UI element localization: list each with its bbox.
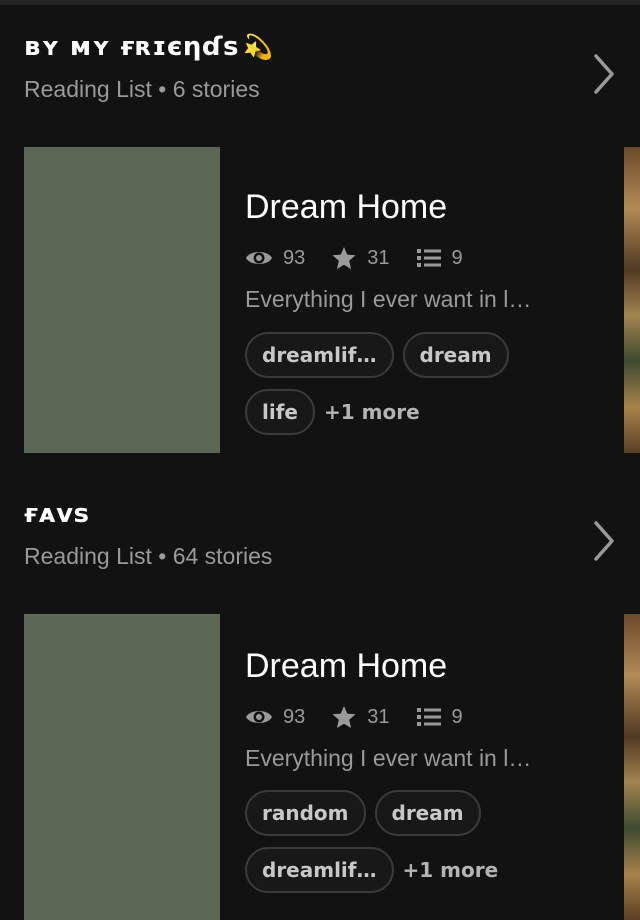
votes-count: 31: [367, 246, 390, 269]
story-description: Everything I ever want in l…: [245, 286, 532, 312]
votes-count: 31: [367, 705, 390, 728]
next-story-cover[interactable]: [624, 614, 640, 920]
story-tags: dreamlif… dream life +1 more: [245, 332, 585, 446]
reads-count: 93: [283, 246, 306, 269]
reads-count: 93: [283, 705, 306, 728]
sparkle-emoji-icon: 💫: [242, 33, 274, 61]
list-icon: [416, 708, 441, 726]
reading-list-title[interactable]: ʙʏ ᴍʏ ғʀɪєηɗѕ 💫: [24, 32, 273, 62]
more-tags-link[interactable]: +1 more: [403, 858, 499, 882]
tag-chip[interactable]: dreamlif…: [245, 332, 394, 378]
star-icon: [332, 706, 356, 728]
reading-list-section: ʙʏ ᴍʏ ғʀɪєηɗѕ 💫 Reading List • 6 stories …: [0, 32, 640, 472]
reads-stat: 93: [245, 706, 305, 729]
story-cover[interactable]: [24, 147, 220, 453]
story-stats: 93 31 9: [245, 245, 489, 271]
story-tags: random dream dreamlif… +1 more: [245, 790, 585, 904]
tag-chip[interactable]: life: [245, 389, 315, 435]
tag-chip[interactable]: random: [245, 790, 366, 836]
reading-list-subtitle: Reading List • 64 stories: [24, 543, 273, 569]
story-title[interactable]: Dream Home: [245, 188, 447, 227]
votes-stat: 31: [331, 705, 390, 729]
tag-chip[interactable]: dreamlif…: [245, 847, 394, 893]
star-icon: [332, 247, 356, 269]
story-description: Everything I ever want in l…: [245, 745, 532, 771]
story-stats: 93 31 9: [245, 704, 489, 730]
more-tags-link[interactable]: +1 more: [324, 400, 524, 424]
parts-stat: 9: [416, 706, 463, 729]
parts-stat: 9: [416, 247, 463, 270]
story-cover[interactable]: [24, 614, 220, 920]
parts-count: 9: [451, 246, 463, 269]
chevron-right-icon[interactable]: [590, 52, 618, 96]
eye-icon: [246, 711, 272, 723]
list-icon: [416, 249, 441, 267]
reading-list-subtitle: Reading List • 6 stories: [24, 76, 260, 102]
chevron-right-icon[interactable]: [590, 519, 618, 563]
story-title[interactable]: Dream Home: [245, 647, 447, 686]
next-story-cover[interactable]: [624, 147, 640, 453]
reads-stat: 93: [245, 247, 305, 270]
tag-chip[interactable]: dream: [374, 790, 481, 836]
top-divider: [0, 0, 640, 5]
parts-count: 9: [451, 705, 463, 728]
reading-list-title[interactable]: ғᴀᴠѕ: [24, 499, 90, 529]
tag-chip[interactable]: dream: [402, 332, 509, 378]
votes-stat: 31: [331, 246, 390, 270]
eye-icon: [246, 252, 272, 264]
reading-list-section: ғᴀᴠѕ Reading List • 64 stories Dream Hom…: [0, 499, 640, 920]
